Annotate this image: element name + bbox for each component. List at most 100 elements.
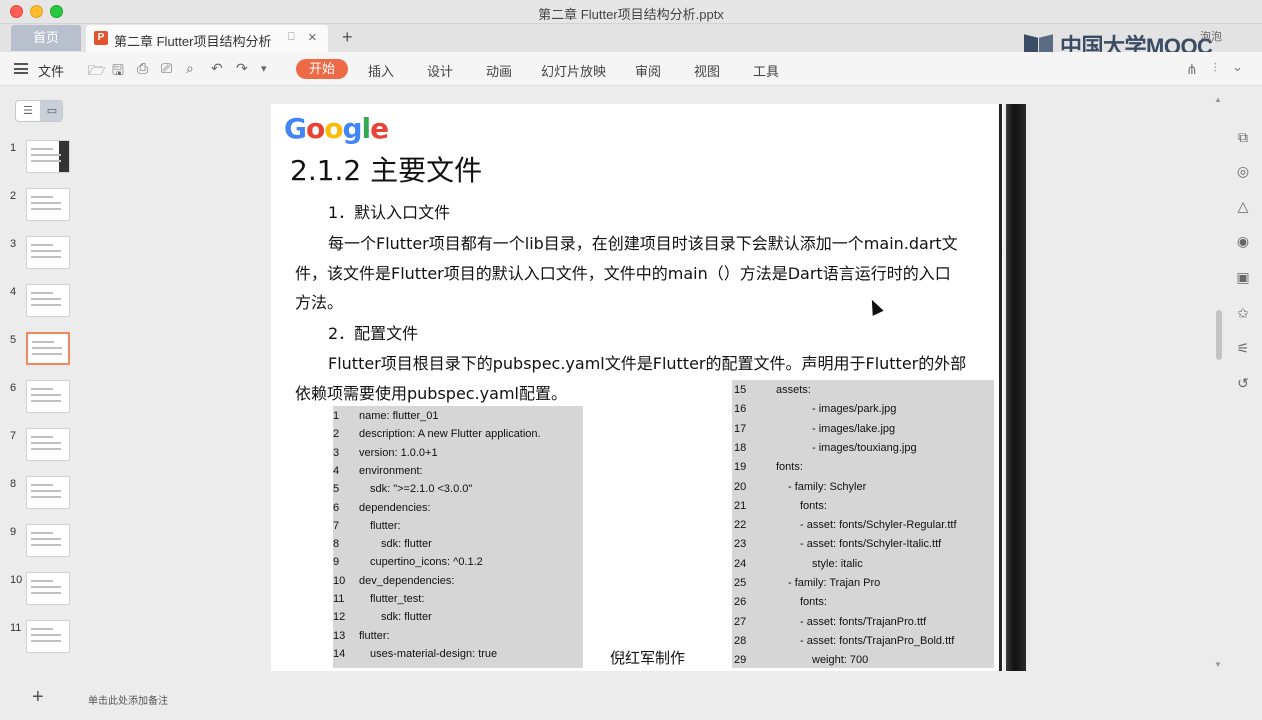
code-line: 1 name: flutter_01 bbox=[333, 410, 583, 428]
share-icon[interactable]: ⋔ bbox=[1186, 61, 1198, 78]
ribbon-tab-view[interactable]: 视图 bbox=[694, 61, 720, 80]
save-icon[interactable]: 🖫 bbox=[112, 60, 124, 84]
code-line: 27 - asset: fonts/TrajanPro.ttf bbox=[732, 616, 994, 634]
ribbon-tab-design[interactable]: 设计 bbox=[427, 61, 453, 80]
code-text: - family: Schyler bbox=[788, 480, 867, 493]
line-number: 29 bbox=[734, 654, 747, 667]
undo-icon[interactable]: ↶ bbox=[211, 60, 223, 77]
new-tab-button[interactable]: + bbox=[342, 27, 353, 48]
chevron-down-icon[interactable]: ⌄ bbox=[1232, 59, 1243, 75]
scroll-up-icon[interactable]: ▲ bbox=[1214, 95, 1222, 104]
more-icon[interactable]: ⁝ bbox=[1213, 59, 1217, 76]
code-line: 22 - asset: fonts/Schyler-Regular.ttf bbox=[732, 519, 994, 537]
history-icon[interactable]: ↺ bbox=[1234, 374, 1252, 392]
code-line: 12 sdk: flutter bbox=[333, 611, 583, 629]
code-line: 25 - family: Trajan Pro bbox=[732, 577, 994, 595]
code-line: 3 version: 1.0.0+1 bbox=[333, 447, 583, 465]
line-number: 8 bbox=[333, 538, 340, 551]
transition-icon[interactable]: ▣ bbox=[1234, 268, 1252, 286]
code-line: 14 uses-material-design: true bbox=[333, 648, 583, 666]
tab-home[interactable]: 首页 bbox=[11, 25, 81, 51]
notes-placeholder[interactable]: 单击此处添加备注 bbox=[88, 692, 168, 707]
code-text: sdk: flutter bbox=[381, 611, 432, 624]
tab-document[interactable]: P 第二章 Flutter项目结构分析 ⎕ × bbox=[86, 25, 328, 52]
style-icon[interactable]: △ bbox=[1234, 197, 1252, 215]
slide-thumbnail[interactable] bbox=[26, 332, 70, 365]
slide-thumbnail[interactable] bbox=[26, 476, 70, 509]
slide-thumbnail[interactable] bbox=[26, 524, 70, 557]
right-toolbar: ⧉ ◎ △ ◉ ▣ ✩ ⚟ ↺ bbox=[1226, 120, 1262, 400]
ribbon-tab-slideshow[interactable]: 幻灯片放映 bbox=[541, 61, 606, 80]
print-icon[interactable]: ⎚ bbox=[161, 60, 172, 77]
paragraph-2-line-2: 依赖项需要使用pubspec.yaml配置。 bbox=[295, 384, 567, 403]
panel-view-toggle[interactable]: ☰ ▭ bbox=[15, 100, 63, 122]
code-line: 2 description: A new Flutter application. bbox=[333, 428, 583, 446]
code-text: - asset: fonts/TrajanPro.ttf bbox=[800, 615, 927, 628]
line-number: 7 bbox=[333, 519, 340, 532]
line-number: 5 bbox=[333, 483, 340, 496]
code-line: 10 dev_dependencies: bbox=[333, 575, 583, 593]
code-text: flutter: bbox=[359, 629, 390, 642]
line-number: 13 bbox=[333, 629, 346, 642]
pin-tab-icon[interactable]: ⎕ bbox=[288, 31, 295, 44]
line-number: 16 bbox=[734, 403, 747, 416]
slide-number: 6 bbox=[10, 382, 17, 394]
vertical-scrollbar[interactable] bbox=[1216, 310, 1222, 360]
outline-view-icon[interactable]: ☰ bbox=[16, 101, 40, 121]
redo-icon[interactable]: ↷ bbox=[236, 60, 248, 77]
scroll-down-icon[interactable]: ▼ bbox=[1214, 660, 1222, 669]
tab-document-label: 第二章 Flutter项目结构分析 bbox=[114, 34, 272, 49]
google-logo-letter: e bbox=[370, 112, 389, 145]
slide-thumbnail[interactable] bbox=[26, 620, 70, 653]
code-block-left: 1 name: flutter_01 2 description: A new Flu… bbox=[333, 406, 583, 668]
heading-config-file: 2．配置文件 bbox=[328, 324, 419, 343]
ribbon-tab-start[interactable]: 开始 bbox=[296, 59, 348, 79]
slide-thumbnail[interactable] bbox=[26, 380, 70, 413]
hamburger-menu-icon[interactable] bbox=[14, 63, 28, 74]
slide-canvas[interactable]: Google 2.1.2 主要文件 1．默认入口文件 每一个Flutter项目都… bbox=[271, 104, 1003, 671]
slide-thumbnail[interactable] bbox=[26, 428, 70, 461]
line-number: 26 bbox=[734, 596, 747, 609]
line-number: 21 bbox=[734, 499, 747, 512]
print-preview-icon[interactable]: ⎙ bbox=[137, 60, 148, 77]
ribbon-tab-insert[interactable]: 插入 bbox=[368, 61, 394, 80]
line-number: 24 bbox=[734, 557, 747, 570]
code-line: 20 - family: Schyler bbox=[732, 481, 994, 499]
ribbon-tab-animation[interactable]: 动画 bbox=[486, 61, 512, 80]
customize-icon[interactable]: ▾ bbox=[261, 62, 267, 75]
ribbon-tab-review[interactable]: 审阅 bbox=[635, 61, 661, 80]
code-text: fonts: bbox=[776, 461, 803, 474]
code-line: 26 fonts: bbox=[732, 596, 994, 614]
code-line: 18 - images/touxiang.jpg bbox=[732, 442, 994, 460]
user-name[interactable]: 泡泡 bbox=[1200, 28, 1222, 44]
file-menu[interactable]: 文件 bbox=[38, 61, 64, 80]
line-number: 14 bbox=[333, 647, 346, 660]
slide-thumbnail[interactable] bbox=[26, 572, 70, 605]
thumbnail-view-icon[interactable]: ▭ bbox=[40, 101, 62, 121]
ribbon-tab-tools[interactable]: 工具 bbox=[753, 61, 779, 80]
paragraph-1-line-1: 每一个Flutter项目都有一个lib目录，在创建项目时该目录下会默认添加一个m… bbox=[328, 234, 958, 253]
slide-thumbnail[interactable] bbox=[26, 140, 70, 173]
export-icon[interactable]: ⌕ bbox=[186, 60, 194, 77]
slide-thumbnail[interactable] bbox=[26, 284, 70, 317]
line-number: 3 bbox=[333, 446, 340, 459]
shapes-icon[interactable]: ◎ bbox=[1234, 162, 1252, 180]
code-line: 21 fonts: bbox=[732, 500, 994, 518]
add-slide-button[interactable]: + bbox=[32, 686, 44, 709]
paragraph-2-line-1: Flutter项目根目录下的pubspec.yaml文件是Flutter的配置文… bbox=[328, 354, 967, 373]
window-title: 第二章 Flutter项目结构分析.pptx bbox=[538, 7, 724, 22]
close-tab-icon[interactable]: × bbox=[308, 29, 317, 46]
settings-icon[interactable]: ⚟ bbox=[1234, 339, 1252, 357]
code-text: weight: 700 bbox=[812, 654, 869, 667]
line-number: 9 bbox=[333, 556, 340, 569]
animation-icon[interactable]: ◉ bbox=[1234, 232, 1252, 250]
effects-icon[interactable]: ✩ bbox=[1234, 304, 1252, 322]
code-text: - images/touxiang.jpg bbox=[812, 441, 917, 454]
slide-thumbnail[interactable] bbox=[26, 188, 70, 221]
code-text: dev_dependencies: bbox=[359, 574, 455, 587]
slide-layout-icon[interactable]: ⧉ bbox=[1234, 128, 1252, 146]
folder-open-icon[interactable]: 🗁 bbox=[88, 60, 105, 84]
slide-thumbnail[interactable] bbox=[26, 236, 70, 269]
code-line: 13 flutter: bbox=[333, 630, 583, 648]
code-line: 6 dependencies: bbox=[333, 502, 583, 520]
